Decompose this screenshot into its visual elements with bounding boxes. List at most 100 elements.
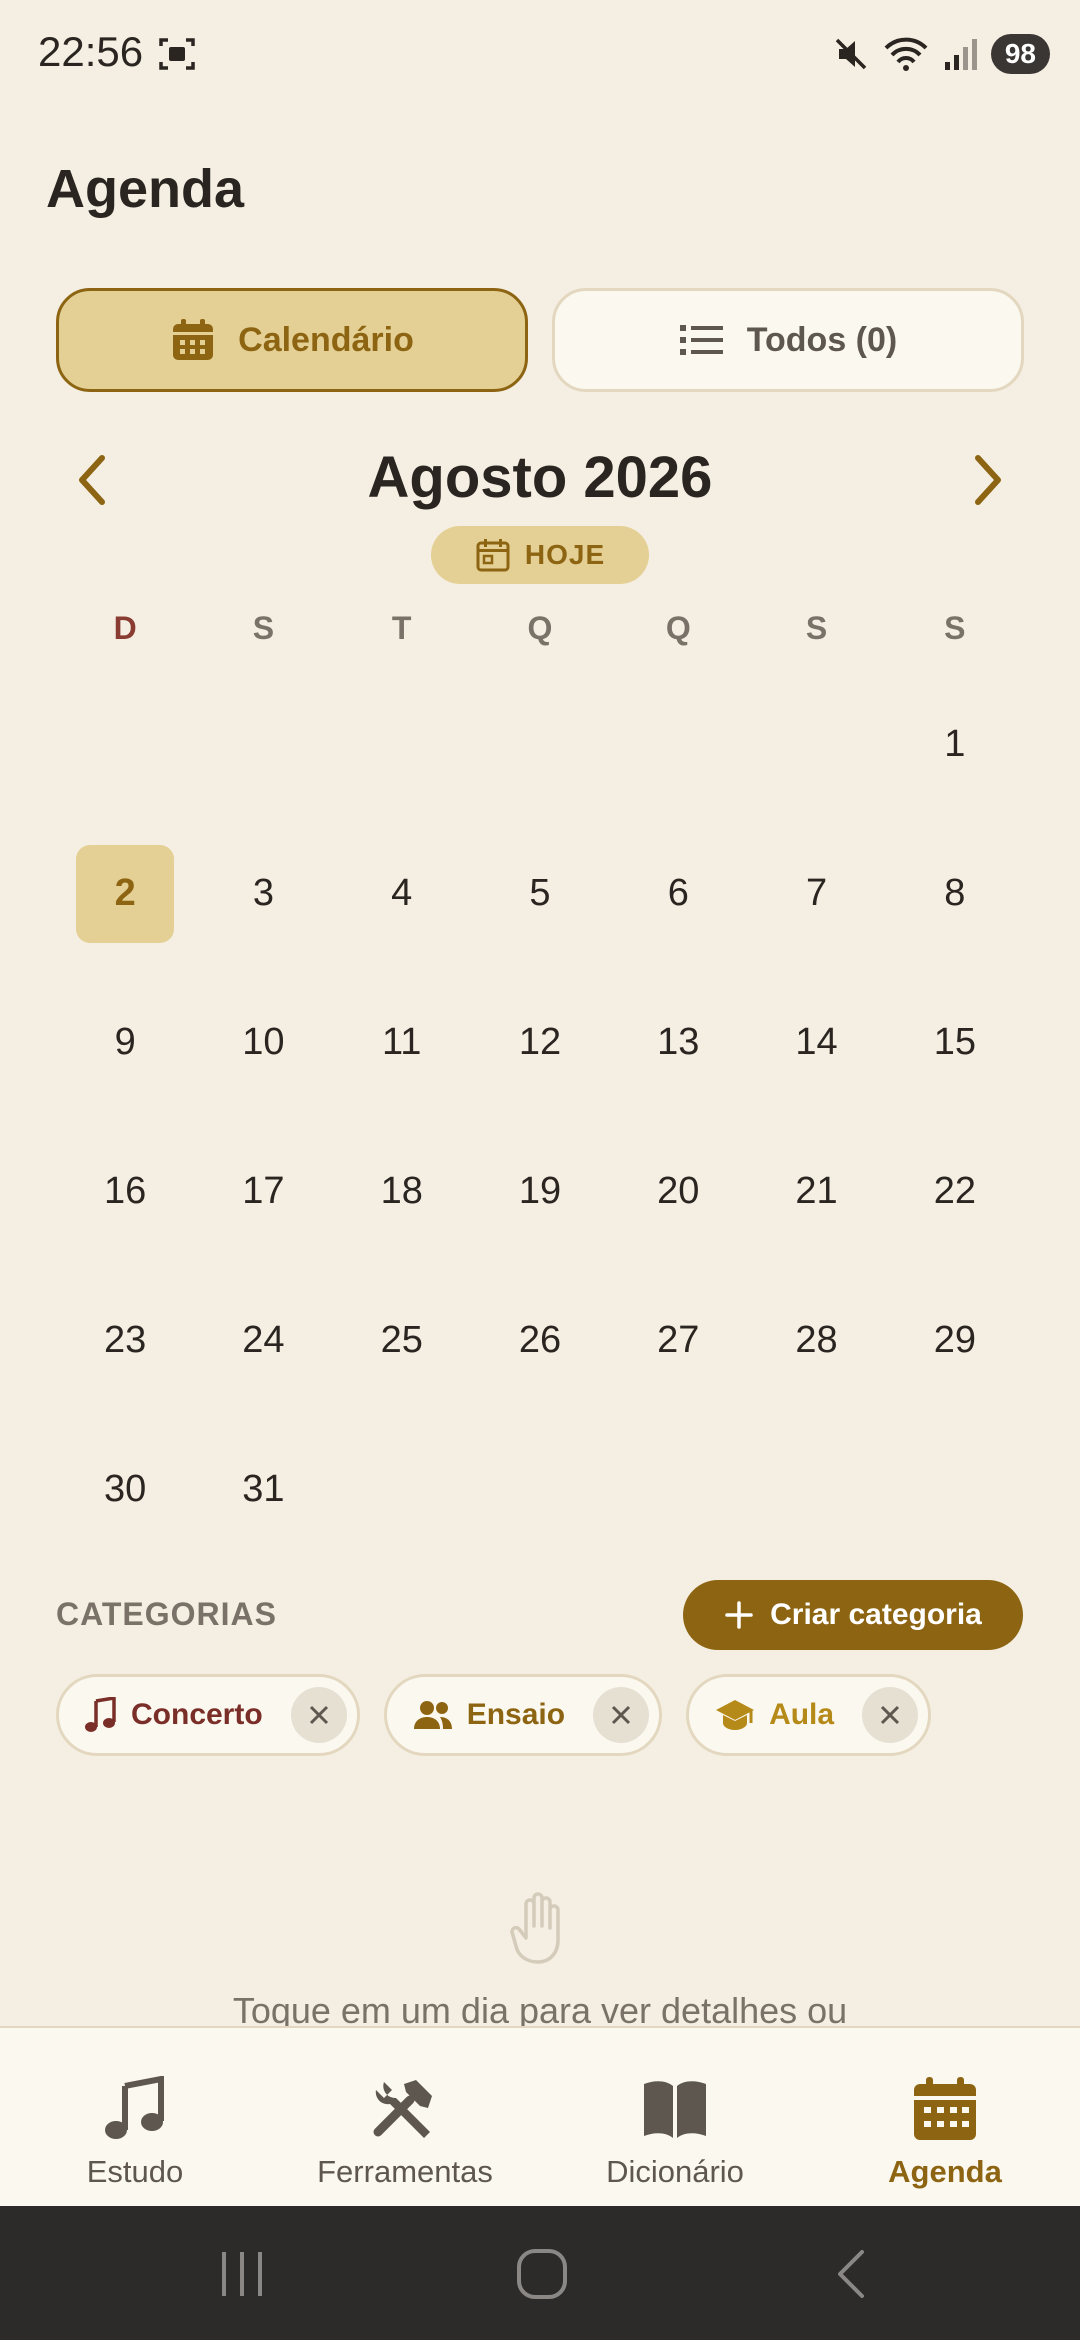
calendar-day[interactable]: 29 [886,1266,1024,1415]
wifi-icon [884,37,928,71]
category-label: Ensaio [466,1698,566,1731]
empty-cell [56,670,194,819]
today-button[interactable]: HOJE [431,526,649,584]
calendar-day-selected[interactable]: 2 [56,819,194,968]
plus-icon [725,1601,753,1629]
book-icon [644,2081,706,2138]
calendar-day[interactable]: 1 [886,670,1024,819]
status-time: 22:56 [38,28,144,75]
all-events-label: Todos (0) [746,320,898,359]
calendar-day[interactable]: 26 [471,1266,609,1415]
calendar-day[interactable]: 28 [747,1266,885,1415]
create-category-label: Criar categoria [770,1598,982,1631]
calendar-day[interactable]: 12 [471,968,609,1117]
category-chips: Concerto Ensaio Aula [56,1674,932,1756]
calendar-day[interactable]: 3 [194,819,332,968]
weekday-label: Q [527,610,553,646]
tools-icon [373,2080,432,2138]
calendar-day[interactable]: 14 [747,968,885,1117]
close-icon [612,1705,631,1725]
empty-cell [747,670,885,819]
calendar-day[interactable]: 11 [333,968,471,1117]
music-note-icon [85,1697,116,1732]
calendar-day[interactable]: 25 [333,1266,471,1415]
weekday-label: Q [665,610,691,646]
status-bar: 22:56 98 [0,0,1080,110]
system-navigation-bar [0,2206,1080,2340]
weekday-label: S [252,610,275,646]
calendar-day[interactable]: 15 [886,968,1024,1117]
calendar-day[interactable]: 13 [609,968,747,1117]
remove-category-button[interactable] [862,1687,919,1743]
back-icon[interactable] [826,2248,878,2300]
calendar-view-button[interactable]: Calendário [56,288,528,392]
calendar-day[interactable]: 10 [194,968,332,1117]
nav-label: Dicionário [606,2154,744,2189]
nav-item-dicionario[interactable]: Dicionário [540,2028,810,2206]
people-icon [413,1701,452,1729]
nav-label: Estudo [86,2154,184,2189]
calendar-day[interactable]: 7 [747,819,885,968]
weekday-label: S [805,610,828,646]
empty-cell [471,670,609,819]
calendar-icon [173,319,214,360]
month-title: Agosto 2026 [367,445,713,510]
calendar-icon [914,2077,976,2140]
create-category-button[interactable]: Criar categoria [683,1580,1023,1650]
calendar-day[interactable]: 23 [56,1266,194,1415]
calendar-grid: 1 2 3 4 5 6 7 8 9 10 11 12 13 14 15 16 1… [56,670,1024,1564]
calendar-today-icon [476,539,510,572]
battery-indicator: 98 [990,34,1050,74]
remove-category-button[interactable] [290,1687,347,1743]
calendar-day[interactable]: 9 [56,968,194,1117]
calendar-view-label: Calendário [238,320,414,359]
empty-cell [194,670,332,819]
calendar-day[interactable]: 21 [747,1117,885,1266]
category-chip-aula[interactable]: Aula [686,1674,932,1756]
calendar-day[interactable]: 30 [56,1415,194,1564]
calendar-day[interactable]: 5 [471,819,609,968]
nav-label: Agenda [888,2154,1002,2189]
hand-icon [510,1892,560,1964]
category-label: Aula [769,1698,835,1731]
calendar-day[interactable]: 16 [56,1117,194,1266]
calendar-day[interactable]: 24 [194,1266,332,1415]
category-chip-ensaio[interactable]: Ensaio [383,1674,663,1756]
selected-day-number: 2 [76,844,175,943]
calendar-day[interactable]: 8 [886,819,1024,968]
mute-icon [835,38,867,70]
screenshot-icon [159,38,195,70]
graduation-cap-icon [716,1700,755,1730]
close-icon [309,1705,328,1725]
empty-cell [609,670,747,819]
calendar-day[interactable]: 20 [609,1117,747,1266]
all-events-button[interactable]: Todos (0) [552,288,1024,392]
calendar-day[interactable]: 22 [886,1117,1024,1266]
page-title: Agenda [46,159,245,219]
empty-cell [333,670,471,819]
nav-item-ferramentas[interactable]: Ferramentas [270,2028,540,2206]
today-label: HOJE [524,539,606,570]
nav-item-agenda[interactable]: Agenda [810,2028,1080,2206]
remove-category-button[interactable] [593,1687,650,1743]
weekday-label: D [113,610,137,646]
nav-label: Ferramentas [317,2154,493,2189]
calendar-day[interactable]: 17 [194,1117,332,1266]
nav-item-estudo[interactable]: Estudo [0,2028,270,2206]
weekday-label: S [944,610,966,646]
calendar-day[interactable]: 6 [609,819,747,968]
calendar-day[interactable]: 31 [194,1415,332,1564]
bottom-navigation: Estudo Ferramentas Dicionário Agenda [0,2026,1080,2206]
calendar-day[interactable]: 18 [333,1117,471,1266]
calendar-day[interactable]: 27 [609,1266,747,1415]
weekday-label: T [391,610,412,646]
list-icon [679,325,723,355]
next-month-button[interactable] [948,440,1028,520]
category-label: Concerto [131,1698,263,1731]
recent-apps-icon[interactable] [216,2248,268,2300]
calendar-day[interactable]: 4 [333,819,471,968]
category-chip-concerto[interactable]: Concerto [56,1674,360,1756]
home-icon[interactable] [516,2248,568,2300]
calendar-day[interactable]: 19 [471,1117,609,1266]
signal-icon [944,39,977,70]
